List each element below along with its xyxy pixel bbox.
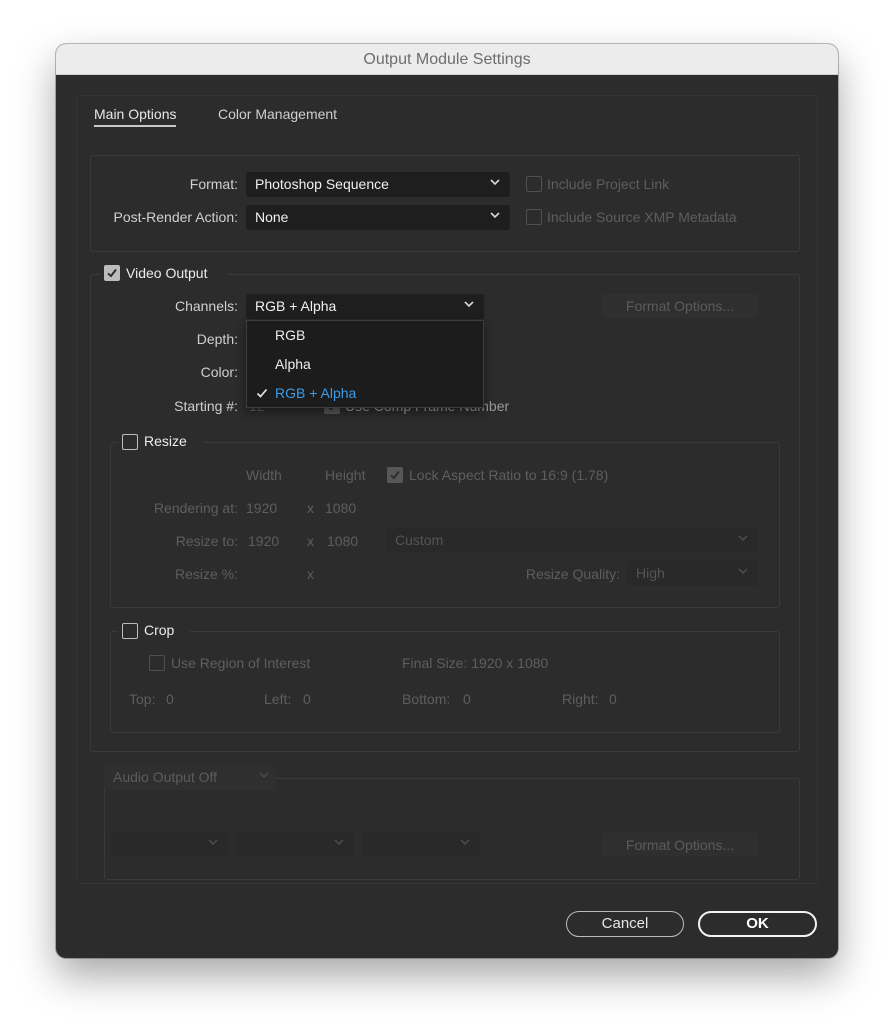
chevron-down-icon xyxy=(490,179,500,186)
use-roi-label: Use Region of Interest xyxy=(171,655,311,671)
audio-rate-dropdown[interactable] xyxy=(110,832,228,857)
chevron-down-icon xyxy=(738,568,748,575)
checkmark-icon xyxy=(256,388,268,398)
chevron-down-icon xyxy=(738,535,748,542)
resize-percent-label: Resize %: xyxy=(174,566,238,582)
resize-to-label: Resize to: xyxy=(175,533,238,549)
tab-main-options[interactable]: Main Options xyxy=(94,106,177,127)
crop-label: Crop xyxy=(144,622,175,638)
format-section xyxy=(90,155,800,252)
channels-option-alpha[interactable]: Alpha xyxy=(275,356,311,372)
include-project-link-label: Include Project Link xyxy=(547,176,670,192)
color-label: Color: xyxy=(200,364,238,380)
format-value: Photoshop Sequence xyxy=(255,176,389,192)
video-output-header: Video Output xyxy=(100,264,228,284)
rendering-at-label: Rendering at: xyxy=(153,500,238,516)
final-size-label: Final Size: 1920 x 1080 xyxy=(402,655,549,671)
channels-dropdown[interactable]: RGB + Alpha xyxy=(246,294,484,319)
lock-aspect-checkbox[interactable] xyxy=(387,467,403,483)
resize-header: Resize xyxy=(118,432,204,452)
crop-bottom-value[interactable]: 0 xyxy=(463,691,471,707)
width-header: Width xyxy=(246,467,282,483)
audio-output-value: Audio Output Off xyxy=(113,769,218,785)
audio-format-options-button[interactable]: Format Options... xyxy=(602,833,758,857)
output-module-settings-dialog: Output Module Settings Main Options Colo… xyxy=(56,44,838,958)
resize-label: Resize xyxy=(144,433,187,449)
resize-quality-value: High xyxy=(636,565,665,581)
lock-aspect-label: Lock Aspect Ratio to 16:9 (1.78) xyxy=(409,467,609,483)
channels-option-rgb-alpha[interactable]: RGB + Alpha xyxy=(275,385,356,401)
rendering-x: x xyxy=(307,500,314,516)
resize-preset-dropdown[interactable]: Custom xyxy=(386,528,758,553)
resize-height[interactable]: 1080 xyxy=(327,533,358,549)
format-label: Format: xyxy=(189,176,238,192)
rendering-height: 1080 xyxy=(325,500,357,516)
format-dropdown[interactable]: Photoshop Sequence xyxy=(246,172,510,197)
depth-label: Depth: xyxy=(196,331,238,347)
crop-top-label: Top: xyxy=(129,691,156,707)
channels-menu: RGB Alpha RGB + Alpha xyxy=(246,320,484,408)
resize-percent-x: x xyxy=(307,566,314,582)
crop-left-label: Left: xyxy=(264,691,292,707)
include-project-link-checkbox[interactable] xyxy=(526,176,542,192)
resize-checkbox[interactable] xyxy=(122,434,138,450)
checkmark-icon xyxy=(107,268,117,278)
chevron-down-icon xyxy=(460,839,470,846)
crop-section xyxy=(110,631,780,733)
video-output-checkbox[interactable] xyxy=(104,265,120,281)
tab-color-management[interactable]: Color Management xyxy=(218,106,337,122)
channels-option-rgb[interactable]: RGB xyxy=(275,327,305,343)
audio-channels-dropdown[interactable] xyxy=(362,832,480,857)
ok-button[interactable]: OK xyxy=(698,911,817,937)
crop-right-label: Right: xyxy=(562,691,599,707)
resize-preset-value: Custom xyxy=(395,532,444,548)
crop-bottom-label: Bottom: xyxy=(402,691,451,707)
chevron-down-icon xyxy=(334,839,344,846)
use-roi-checkbox[interactable] xyxy=(149,655,165,671)
resize-x: x xyxy=(307,533,314,549)
resize-width[interactable]: 1920 xyxy=(248,533,279,549)
window-title: Output Module Settings xyxy=(56,44,838,75)
starting-number-label: Starting #: xyxy=(174,398,238,414)
resize-quality-dropdown[interactable]: High xyxy=(627,561,758,586)
resize-quality-label: Resize Quality: xyxy=(525,566,620,582)
channels-label: Channels: xyxy=(174,298,238,314)
crop-right-value[interactable]: 0 xyxy=(609,691,617,707)
post-render-value: None xyxy=(255,209,289,225)
include-xmp-label: Include Source XMP Metadata xyxy=(547,209,737,225)
audio-depth-dropdown[interactable] xyxy=(236,832,354,857)
chevron-down-icon xyxy=(208,839,218,846)
crop-header: Crop xyxy=(118,621,190,641)
chevron-down-icon xyxy=(259,772,269,779)
rendering-width: 1920 xyxy=(246,500,278,516)
post-render-label: Post-Render Action: xyxy=(113,209,238,225)
crop-checkbox[interactable] xyxy=(122,623,138,639)
crop-left-value[interactable]: 0 xyxy=(303,691,311,707)
chevron-down-icon xyxy=(464,301,474,308)
height-header: Height xyxy=(325,467,366,483)
channels-value: RGB + Alpha xyxy=(255,298,337,314)
include-xmp-checkbox[interactable] xyxy=(526,209,542,225)
checkmark-icon xyxy=(390,470,400,480)
video-output-label: Video Output xyxy=(126,265,208,281)
chevron-down-icon xyxy=(490,212,500,219)
post-render-dropdown[interactable]: None xyxy=(246,205,510,230)
crop-top-value[interactable]: 0 xyxy=(166,691,174,707)
audio-output-section xyxy=(104,778,800,880)
cancel-button[interactable]: Cancel xyxy=(566,911,684,937)
audio-output-dropdown[interactable]: Audio Output Off xyxy=(104,765,276,790)
video-format-options-button[interactable]: Format Options... xyxy=(602,294,758,318)
